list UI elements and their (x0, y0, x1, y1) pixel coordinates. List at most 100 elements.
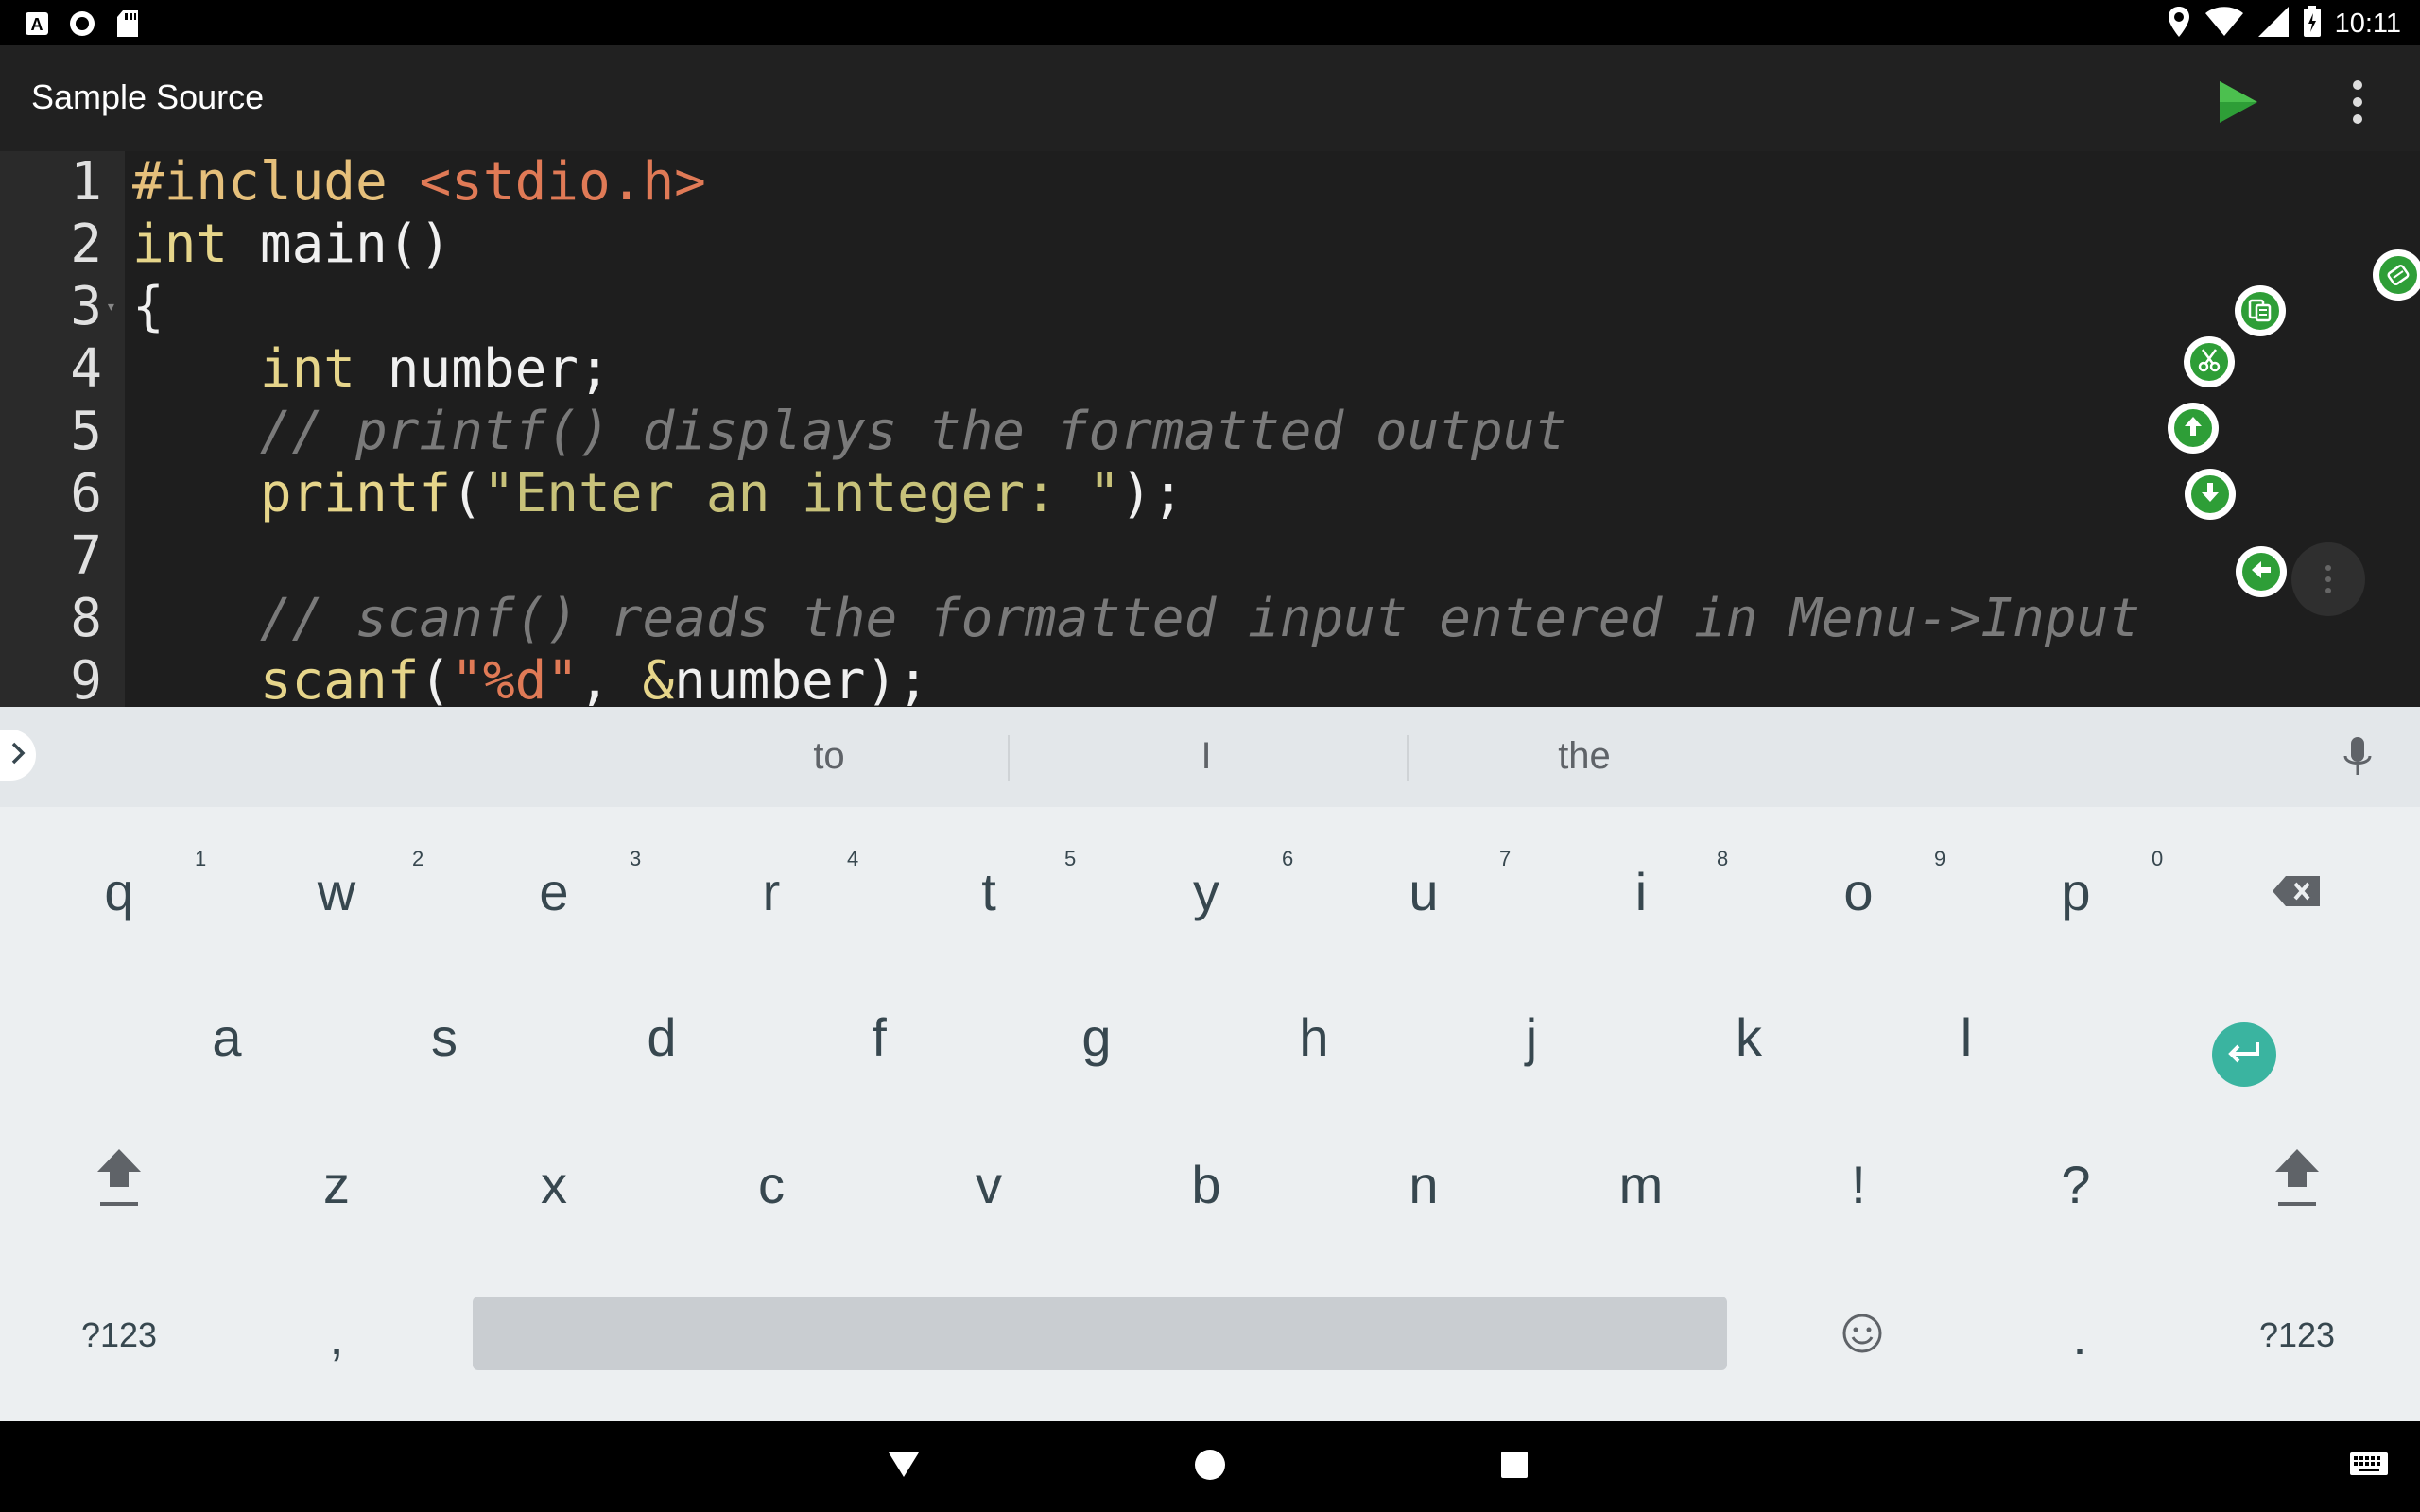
code-text: scanf("%d", &number); (132, 650, 929, 707)
recents-button[interactable] (1488, 1440, 1541, 1493)
home-button[interactable] (1184, 1440, 1236, 1493)
backspace-key[interactable] (2193, 820, 2401, 962)
key-hint: 6 (1282, 847, 1294, 870)
key-b[interactable]: b (1102, 1113, 1310, 1255)
code-line[interactable]: 1 #include <stdio.h> (0, 151, 2420, 214)
key-k[interactable]: k (1645, 966, 1853, 1108)
line-number: 4 (70, 338, 102, 400)
code-token: #include (132, 151, 420, 213)
code-line[interactable]: 7 (0, 525, 2420, 588)
navigation-bar (0, 1421, 2420, 1512)
voice-input-button[interactable] (2339, 731, 2377, 784)
battery-icon (2303, 6, 2322, 43)
line-number: 9 (70, 650, 102, 707)
key-hint: 7 (1499, 847, 1512, 870)
emoji-key[interactable] (1758, 1264, 1966, 1406)
move-left-button[interactable] (2236, 546, 2287, 597)
key-d[interactable]: d (558, 966, 766, 1108)
code-line[interactable]: 9 scanf("%d", &number); (0, 650, 2420, 707)
app-bar: Sample Source (0, 45, 2420, 151)
select-all-button[interactable] (2373, 249, 2420, 301)
key-exclamation[interactable]: ! (1754, 1113, 1962, 1255)
chevron-right-icon (9, 739, 27, 772)
line-number: 8 (70, 588, 102, 649)
code-editor[interactable]: 1 #include <stdio.h> 2 int main() 3 ▾ {4 int n… (0, 151, 2420, 707)
svg-text:A: A (31, 15, 43, 34)
key-m[interactable]: m (1537, 1113, 1745, 1255)
key-u[interactable]: u7 (1320, 820, 1528, 962)
key-i[interactable]: i8 (1537, 820, 1745, 962)
key-q[interactable]: q1 (15, 820, 223, 962)
code-line[interactable]: 5 // printf() displays the formatted out… (0, 401, 2420, 463)
code-token: number; (355, 338, 611, 400)
code-line[interactable]: 4 int number; (0, 338, 2420, 401)
key-e[interactable]: e3 (450, 820, 658, 962)
key-z[interactable]: z (233, 1113, 441, 1255)
move-up-button[interactable] (2168, 403, 2219, 454)
clipboard-icon (2384, 259, 2412, 292)
overflow-menu-button[interactable] (2339, 74, 2377, 130)
signal-icon (2257, 6, 2290, 43)
key-p[interactable]: p0 (1972, 820, 2180, 962)
recents-icon (1498, 1449, 1530, 1486)
key-v[interactable]: v (885, 1113, 1093, 1255)
line-number: 2 (70, 214, 102, 275)
key-f[interactable]: f (775, 966, 983, 1108)
key-a[interactable]: a (123, 966, 331, 1108)
backspace-icon (2271, 861, 2324, 922)
key-x[interactable]: x (450, 1113, 658, 1255)
suggestion-1[interactable]: to (631, 735, 1028, 778)
fold-marker-icon[interactable]: ▾ (106, 299, 116, 316)
key-label: r (762, 861, 781, 921)
key-t[interactable]: t5 (885, 820, 1093, 962)
code-line[interactable]: 3 ▾ { (0, 276, 2420, 338)
period-key[interactable]: . (1976, 1264, 2184, 1406)
key-question[interactable]: ? (1972, 1113, 2180, 1255)
paste-icon (2246, 295, 2274, 328)
key-g[interactable]: g (993, 966, 1201, 1108)
key-hint: 3 (630, 847, 642, 870)
key-n[interactable]: n (1320, 1113, 1528, 1255)
key-s[interactable]: s (340, 966, 548, 1108)
move-down-button[interactable] (2185, 469, 2236, 520)
suggestion-2[interactable]: I (1008, 735, 1405, 778)
code-line[interactable]: 8 // scanf() reads the formatted input e… (0, 588, 2420, 650)
expand-toolbar-button[interactable] (0, 730, 36, 781)
key-hint: 1 (195, 847, 207, 870)
cluster-menu-button[interactable] (2291, 542, 2365, 616)
back-button[interactable] (877, 1440, 930, 1493)
comma-key[interactable]: , (233, 1264, 441, 1406)
code-text: { (132, 276, 164, 338)
keyboard-switch-button[interactable] (2342, 1440, 2395, 1493)
status-bar: A 10:11 (0, 0, 2420, 45)
key-label: u (1409, 861, 1439, 921)
code-token: // scanf() reads the formatted input ent… (132, 588, 2141, 649)
enter-key[interactable] (2212, 1022, 2276, 1087)
play-icon (2208, 81, 2265, 134)
code-token: ); (1120, 463, 1184, 524)
code-token: ( (419, 650, 452, 707)
key-hint: 2 (412, 847, 424, 870)
key-r[interactable]: r4 (667, 820, 875, 962)
code-line[interactable]: 2 int main() (0, 214, 2420, 276)
paste-button[interactable] (2235, 285, 2286, 336)
key-label: w (317, 861, 356, 921)
circle-record-icon (68, 9, 96, 43)
run-button[interactable] (2208, 74, 2265, 130)
key-w[interactable]: w2 (233, 820, 441, 962)
key-h[interactable]: h (1210, 966, 1418, 1108)
shift-key-left[interactable] (15, 1113, 223, 1255)
key-l[interactable]: l (1862, 966, 2070, 1108)
symbols-key-left[interactable]: ?123 (15, 1264, 223, 1406)
key-c[interactable]: c (667, 1113, 875, 1255)
shift-key-right[interactable] (2193, 1113, 2401, 1255)
key-o[interactable]: o9 (1754, 820, 1962, 962)
key-y[interactable]: y6 (1102, 820, 1310, 962)
code-line[interactable]: 6 printf("Enter an integer: "); (0, 463, 2420, 525)
symbols-key-right[interactable]: ?123 (2193, 1264, 2401, 1406)
key-j[interactable]: j (1427, 966, 1635, 1108)
suggestion-3[interactable]: the (1386, 735, 1783, 778)
cut-button[interactable] (2184, 336, 2235, 387)
space-bar[interactable] (473, 1297, 1727, 1370)
code-text: int main() (132, 214, 451, 276)
